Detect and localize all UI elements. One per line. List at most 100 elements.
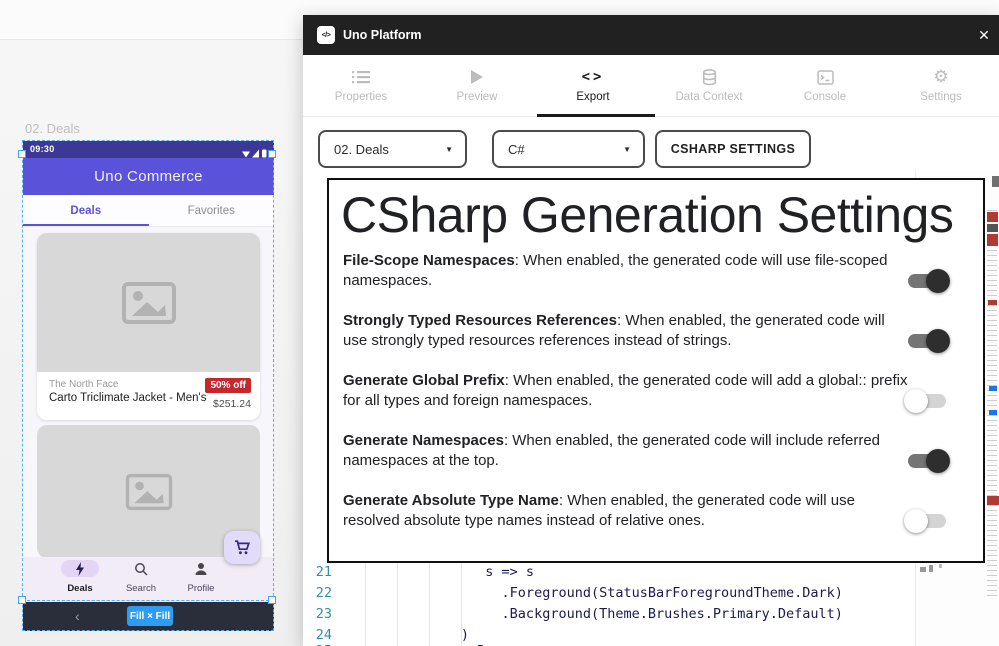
tab-label: Console xyxy=(804,91,846,103)
wifi-icon xyxy=(242,152,250,158)
product-image-placeholder xyxy=(37,233,260,372)
nav-item-deals[interactable]: Deals xyxy=(52,560,108,594)
tab-label: Preview xyxy=(457,91,498,103)
minimap-mark xyxy=(929,565,933,572)
nav-label: Search xyxy=(113,583,169,594)
setting-name: Generate Global Prefix xyxy=(343,372,505,389)
active-tab-underline xyxy=(537,114,655,117)
image-placeholder-icon xyxy=(120,280,178,326)
back-chevron-icon[interactable]: ‹ xyxy=(75,608,80,624)
setting-file-scope-namespaces: File-Scope Namespaces: When enabled, the… xyxy=(343,251,908,291)
toggle-thumb xyxy=(904,509,928,533)
cart-icon xyxy=(234,540,251,555)
designer-workspace: 02. Deals 09:30 Uno Commerce Deals Favor… xyxy=(0,0,999,646)
nav-label: Deals xyxy=(52,583,108,594)
tab-properties[interactable]: Properties xyxy=(303,55,419,116)
minimap-mark xyxy=(987,496,999,505)
discount-badge: 50% off xyxy=(205,378,251,393)
csharp-settings-button[interactable]: CSHARP SETTINGS xyxy=(655,130,811,168)
toggle-thumb xyxy=(926,449,950,473)
properties-list-icon xyxy=(352,68,370,86)
code-line[interactable]: s => s xyxy=(339,564,534,580)
setting-name: File-Scope Namespaces xyxy=(343,252,515,269)
tab-console[interactable]: Console xyxy=(767,55,883,116)
battery-icon xyxy=(262,150,267,158)
app-bar-title: Uno Commerce xyxy=(94,168,203,185)
minimap-mark xyxy=(987,234,998,246)
language-select-value: C# xyxy=(508,142,525,157)
minimap-mark xyxy=(988,300,997,305)
search-icon xyxy=(134,562,148,576)
gear-icon: ⚙ xyxy=(933,68,948,86)
phone-tab-favorites[interactable]: Favorites xyxy=(149,195,275,226)
toggle-strongly-typed-resources[interactable] xyxy=(908,329,946,353)
toggle-generate-namespaces[interactable] xyxy=(908,449,946,473)
chevron-down-icon: ▼ xyxy=(445,145,453,154)
signal-icon xyxy=(252,150,259,158)
panel-tab-bar: Properties Preview <> Export Data Contex… xyxy=(303,55,999,117)
language-select-dropdown[interactable]: C# ▼ xyxy=(492,130,645,168)
toggle-generate-global-prefix[interactable] xyxy=(908,389,946,413)
close-icon[interactable]: ✕ xyxy=(974,25,994,45)
tab-label: Data Context xyxy=(675,91,742,103)
tab-preview[interactable]: Preview xyxy=(419,55,535,116)
play-icon xyxy=(471,68,483,86)
phone-tab-bar: Deals Favorites xyxy=(23,195,274,227)
setting-generate-namespaces: Generate Namespaces: When enabled, the g… xyxy=(343,431,908,471)
fill-size-button[interactable]: Fill × Fill xyxy=(127,606,173,626)
status-bar-time: 09:30 xyxy=(30,144,55,154)
minimap-texture xyxy=(987,210,997,600)
editor-scrollbar-thumb[interactable] xyxy=(992,176,999,187)
chevron-down-icon: ▼ xyxy=(623,145,631,154)
phone-status-bar: 09:30 xyxy=(23,141,274,158)
selection-handle-bottom-left[interactable] xyxy=(18,596,26,604)
tab-export[interactable]: <> Export xyxy=(535,55,651,116)
panel-title: Uno Platform xyxy=(343,28,421,42)
product-brand: The North Face xyxy=(49,379,118,390)
preview-page-label: 02. Deals xyxy=(25,121,80,136)
line-number: 22 xyxy=(306,585,332,601)
console-icon xyxy=(817,68,834,86)
selection-handle-top-left[interactable] xyxy=(18,150,26,158)
page-select-value: 02. Deals xyxy=(334,142,389,157)
setting-name: Strongly Typed Resources References xyxy=(343,312,617,329)
selection-handle-bottom-right[interactable] xyxy=(268,596,276,604)
image-placeholder-icon xyxy=(124,472,174,512)
toggle-thumb xyxy=(926,269,950,293)
minimap-mark xyxy=(989,386,997,391)
tab-data-context[interactable]: Data Context xyxy=(651,55,767,116)
toggle-file-scope-namespaces[interactable] xyxy=(908,269,946,293)
profile-icon xyxy=(194,562,208,576)
phone-tab-deals[interactable]: Deals xyxy=(23,195,149,226)
code-line[interactable]: .Foreground(StatusBarForegroundTheme.Dar… xyxy=(339,585,843,601)
setting-name: Generate Absolute Type Name xyxy=(343,492,559,509)
toggle-thumb xyxy=(926,329,950,353)
tab-label: Settings xyxy=(920,91,962,103)
cart-fab-button[interactable] xyxy=(224,531,260,564)
selection-handle-top-right[interactable] xyxy=(268,150,276,158)
nav-item-search[interactable]: Search xyxy=(113,560,169,594)
setting-name: Generate Namespaces xyxy=(343,432,504,449)
bolt-icon xyxy=(75,562,85,576)
modal-title: CSharp Generation Settings xyxy=(341,186,981,244)
minimap-mark xyxy=(989,410,997,415)
minimap-mark xyxy=(939,564,942,568)
toggle-generate-absolute-type-name[interactable] xyxy=(908,509,946,533)
product-card[interactable]: The North Face Carto Triclimate Jacket -… xyxy=(37,233,260,420)
phone-app-bar: Uno Commerce xyxy=(23,158,274,195)
tab-label: Properties xyxy=(335,91,387,103)
setting-generate-absolute-type-name: Generate Absolute Type Name: When enable… xyxy=(343,491,908,531)
nav-item-profile[interactable]: Profile xyxy=(173,560,229,594)
minimap-mark xyxy=(987,212,998,222)
search-pill xyxy=(122,560,160,577)
code-line[interactable]: .Background(Theme.Brushes.Primary.Defaul… xyxy=(339,606,843,622)
line-number: 24 xyxy=(306,627,332,643)
panel-header: </> Uno Platform ✕ xyxy=(303,15,999,55)
profile-pill xyxy=(182,560,220,577)
page-select-dropdown[interactable]: 02. Deals ▼ xyxy=(318,130,467,168)
setting-strongly-typed-resources: Strongly Typed Resources References: Whe… xyxy=(343,311,908,351)
code-line[interactable]: ) xyxy=(339,627,469,643)
tab-settings[interactable]: ⚙ Settings xyxy=(883,55,999,116)
product-price: $251.24 xyxy=(213,398,251,410)
uno-platform-logo-icon: </> xyxy=(317,26,335,44)
